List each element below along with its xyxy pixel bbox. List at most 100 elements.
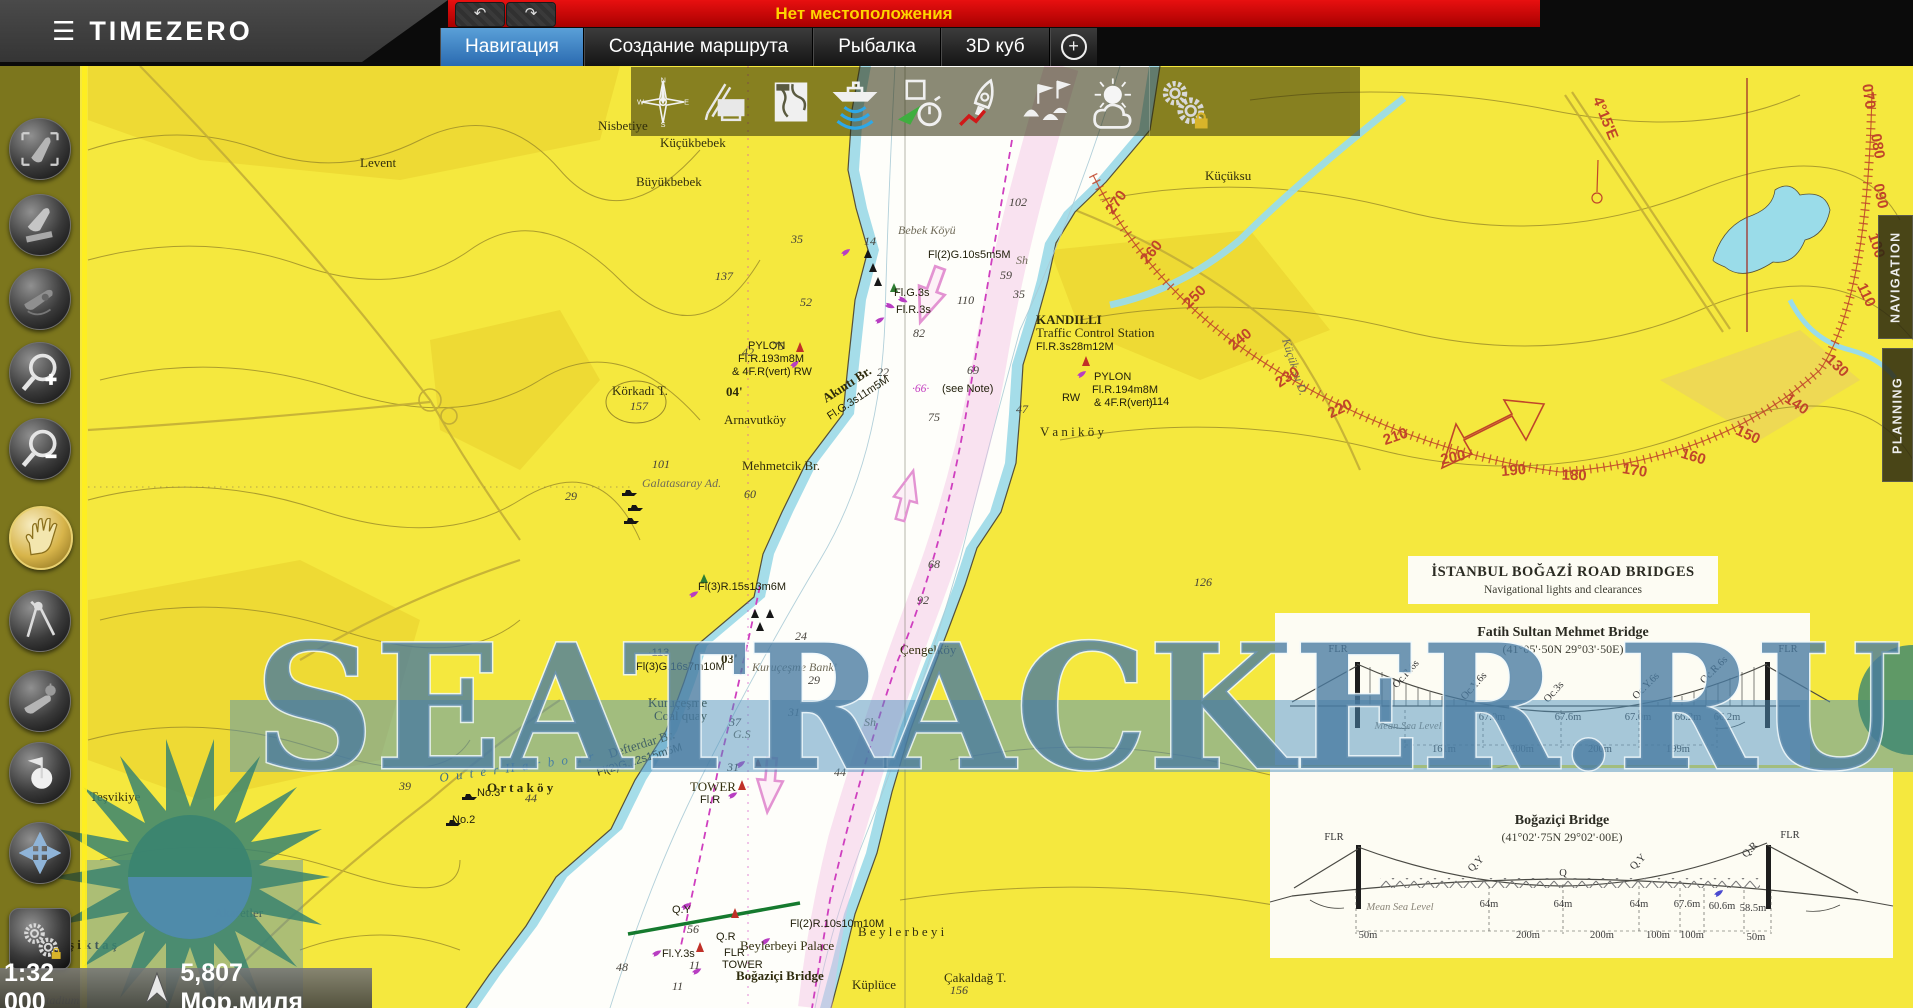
pan-arrows-button[interactable] xyxy=(9,822,71,884)
svg-text:50m: 50m xyxy=(1747,932,1766,943)
svg-text:92: 92 xyxy=(917,593,929,607)
svg-text:FLR: FLR xyxy=(1324,832,1343,843)
zoom-out-button[interactable] xyxy=(9,418,71,480)
svg-text:FLR: FLR xyxy=(1780,830,1799,841)
svg-text:35: 35 xyxy=(790,232,803,246)
svg-text:Boğaziçi Bridge: Boğaziçi Bridge xyxy=(1515,813,1610,828)
svg-text:44: 44 xyxy=(834,765,846,779)
panel-tab-navigation[interactable]: NAVIGATION xyxy=(1878,215,1913,339)
weather-icon[interactable] xyxy=(1079,70,1143,134)
svg-text:·114: ·114 xyxy=(1148,396,1169,408)
svg-text:42: 42 xyxy=(742,345,754,359)
boat-3d-button[interactable] xyxy=(9,268,71,330)
svg-text:Coal quay: Coal quay xyxy=(654,708,708,723)
boat-track-button[interactable] xyxy=(9,194,71,256)
svg-text:TOWER: TOWER xyxy=(690,779,736,794)
svg-text:48: 48 xyxy=(616,960,628,974)
chart-toolbar: NSWE xyxy=(631,67,1360,136)
marks-icon[interactable] xyxy=(1015,70,1079,134)
route-icon[interactable] xyxy=(951,70,1015,134)
svg-text:199m: 199m xyxy=(1666,744,1690,755)
svg-text:47: 47 xyxy=(1016,402,1029,416)
svg-text:75: 75 xyxy=(772,339,784,353)
svg-text:64m: 64m xyxy=(1630,899,1649,910)
waypoint-flag-button[interactable] xyxy=(9,742,71,804)
waypoint-timer-icon[interactable] xyxy=(887,70,951,134)
svg-text:Fl.G.3s: Fl.G.3s xyxy=(894,287,930,299)
svg-text:N: N xyxy=(661,76,666,85)
svg-text:TOWER: TOWER xyxy=(722,959,763,971)
center-on-boat-button[interactable] xyxy=(9,118,71,180)
svg-text:69: 69 xyxy=(967,363,979,377)
svg-text:59: 59 xyxy=(1000,268,1012,282)
zoom-in-button[interactable] xyxy=(9,342,71,404)
undo-redo-group: ↶ ↷ xyxy=(455,2,556,27)
annotations-icon[interactable] xyxy=(695,70,759,134)
svg-text:(see Note): (see Note) xyxy=(942,383,993,395)
svg-text:60: 60 xyxy=(744,487,756,501)
svg-text:Beylerbeyi Palace: Beylerbeyi Palace xyxy=(740,938,834,953)
svg-text:Körkadı T.: Körkadı T. xyxy=(612,383,668,398)
tab-navigation[interactable]: Навигация xyxy=(440,28,584,66)
svg-text:161m: 161m xyxy=(1432,744,1456,755)
svg-text:101: 101 xyxy=(652,457,670,471)
svg-text:Traffic Control Station: Traffic Control Station xyxy=(1036,325,1155,340)
svg-text:157: 157 xyxy=(630,399,649,413)
svg-text:67.6m: 67.6m xyxy=(1555,712,1582,723)
pan-hand-button[interactable] xyxy=(9,506,73,570)
svg-text:Arnavutköy: Arnavutköy xyxy=(724,412,787,427)
compass-rose-icon[interactable]: NSWE xyxy=(631,70,695,134)
svg-text:68: 68 xyxy=(928,557,940,571)
svg-text:31: 31 xyxy=(787,705,800,719)
svg-text:11: 11 xyxy=(672,979,683,993)
svg-text:İSTANBUL BOĞAZİ ROAD BRIDGES: İSTANBUL BOĞAZİ ROAD BRIDGES xyxy=(1431,563,1694,580)
tab-fishing[interactable]: Рыбалка xyxy=(813,28,941,66)
svg-text:64m: 64m xyxy=(1480,899,1499,910)
svg-text:126: 126 xyxy=(1194,575,1212,589)
svg-text:Küplüce: Küplüce xyxy=(852,977,896,992)
svg-text:137: 137 xyxy=(715,269,734,283)
svg-text:Mean Sea Level: Mean Sea Level xyxy=(1365,902,1433,913)
alert-bar: Нет местоположения xyxy=(448,0,1540,27)
svg-text:Bebek Köyü: Bebek Köyü xyxy=(898,223,956,237)
menu-icon[interactable]: ☰ xyxy=(52,18,75,44)
svg-text:56: 56 xyxy=(687,922,699,936)
svg-text:66.2m: 66.2m xyxy=(1675,712,1702,723)
svg-text:67.0m: 67.0m xyxy=(1479,712,1506,723)
svg-text:RW: RW xyxy=(1062,392,1081,404)
svg-text:39: 39 xyxy=(398,779,411,793)
svg-text:24: 24 xyxy=(795,629,807,643)
svg-text:67.0m: 67.0m xyxy=(1625,712,1652,723)
svg-text:Q.R: Q.R xyxy=(716,931,736,943)
svg-text:102: 102 xyxy=(1009,195,1027,209)
add-workspace-button[interactable]: + xyxy=(1050,28,1097,66)
workspace-tabs: Навигация Создание маршрута Рыбалка 3D к… xyxy=(440,28,1097,66)
svg-text:22: 22 xyxy=(877,365,889,379)
charts-icon[interactable] xyxy=(759,70,823,134)
undo-button[interactable]: ↶ xyxy=(455,2,505,27)
svg-text:Büyükbebek: Büyükbebek xyxy=(636,174,702,189)
nautical-chart[interactable]: LeventNisbetiyeKüçükbebekBüyükbebekKüçük… xyxy=(0,0,1913,1008)
settings-gears-icon[interactable] xyxy=(1150,70,1214,134)
status-bar: 1:32 000 5,807 Мор.миля xyxy=(0,968,372,1008)
dividers-button[interactable] xyxy=(9,590,71,652)
boat-drop-button[interactable] xyxy=(9,670,71,732)
tab-3d-cube[interactable]: 3D куб xyxy=(941,28,1050,66)
redo-button[interactable]: ↷ xyxy=(506,2,556,27)
svg-text:·66·: ·66· xyxy=(912,383,929,395)
tab-route-creation[interactable]: Создание маршрута xyxy=(584,28,813,66)
svg-text:Fl(2)R.10s10m10M: Fl(2)R.10s10m10M xyxy=(790,918,884,930)
sounder-icon[interactable] xyxy=(823,70,887,134)
svg-text:64m: 64m xyxy=(1554,899,1573,910)
panel-tab-planning[interactable]: PLANNING xyxy=(1882,348,1913,482)
svg-text:Fl.R.194m8M: Fl.R.194m8M xyxy=(1092,384,1158,396)
svg-text:FLR: FLR xyxy=(1328,644,1347,655)
svg-text:Teşvikiye: Teşvikiye xyxy=(90,789,141,804)
toolbar-settings-section xyxy=(1149,67,1214,136)
range-readout: 5,807 Мор.миля xyxy=(180,959,372,1008)
svg-text:(41°02'·75N 29°02'·00E): (41°02'·75N 29°02'·00E) xyxy=(1502,830,1623,844)
svg-text:04': 04' xyxy=(726,384,743,399)
svg-text:Fl(3)G.16s7m10M: Fl(3)G.16s7m10M xyxy=(636,661,725,673)
svg-text:PYLON: PYLON xyxy=(1094,371,1131,383)
svg-text:180: 180 xyxy=(1561,467,1587,485)
